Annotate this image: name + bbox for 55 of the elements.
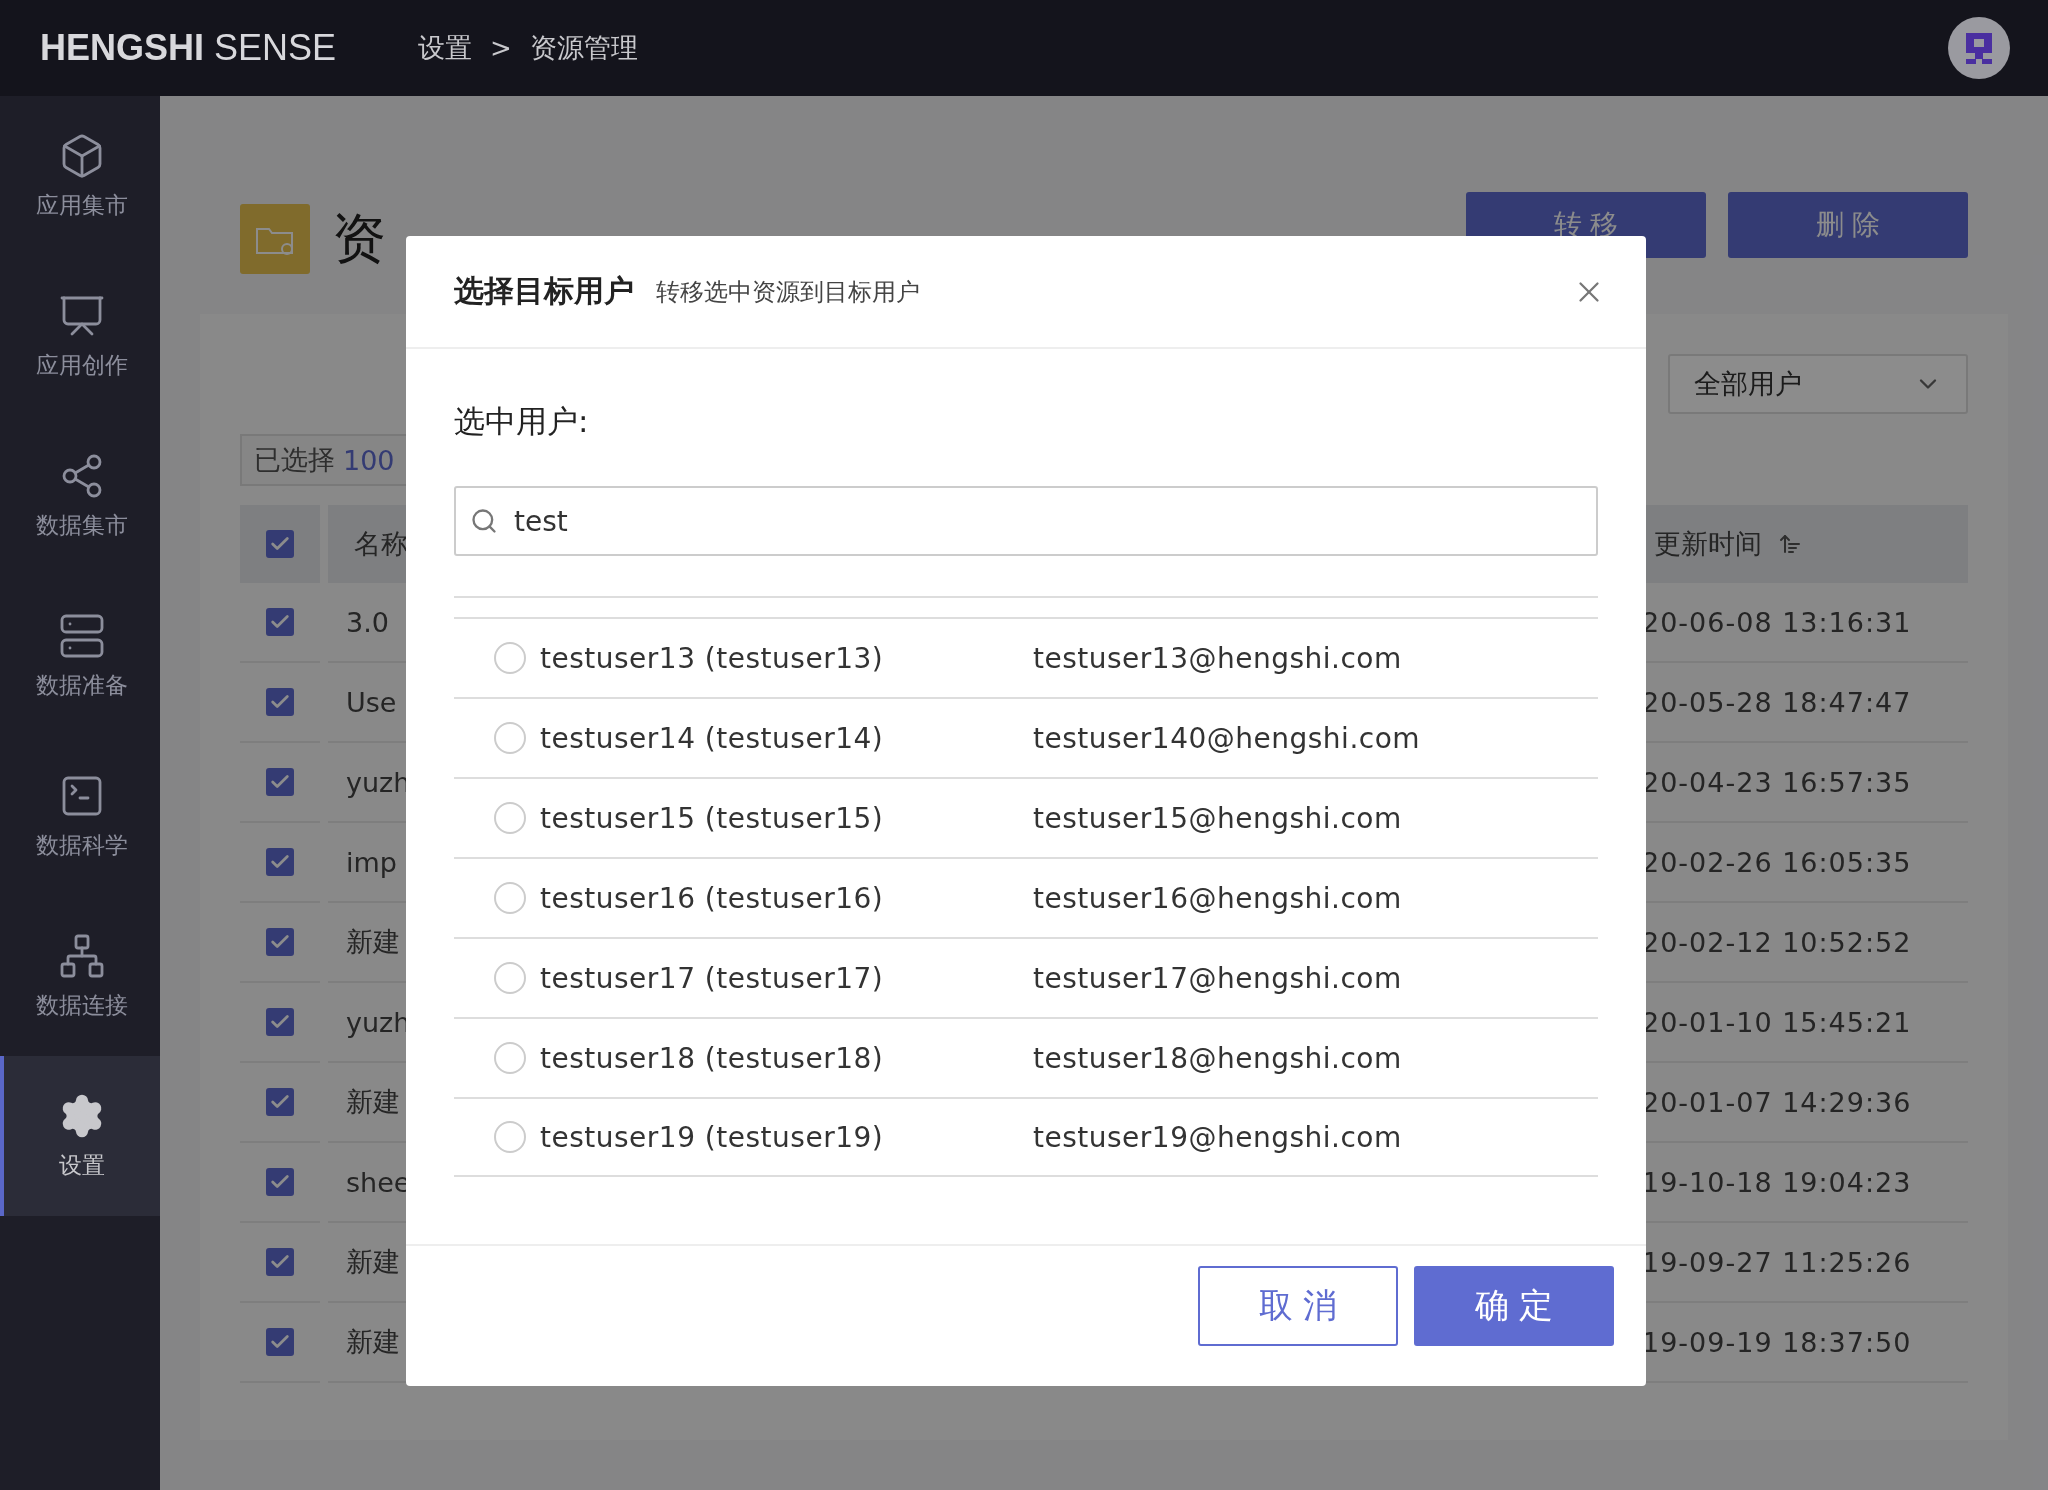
select-all-checkbox[interactable] xyxy=(266,530,294,558)
dialog-title: 选择目标用户 xyxy=(454,272,634,310)
radio-button[interactable] xyxy=(494,642,526,674)
sidebar-label: 数据准备 xyxy=(36,670,128,700)
avatar-icon[interactable] xyxy=(1948,17,2010,79)
radio-button[interactable] xyxy=(494,722,526,754)
search-field[interactable]: test xyxy=(454,486,1598,556)
radio-button[interactable] xyxy=(494,962,526,994)
sidebar-item[interactable]: 数据准备 xyxy=(0,576,160,736)
row-checkbox[interactable] xyxy=(266,608,294,636)
user-row[interactable]: testuser13 (testuser13) testuser13@hengshi.com xyxy=(454,617,1598,697)
sidebar-label: 设置 xyxy=(59,1150,105,1180)
sidebar-label: 数据集市 xyxy=(36,510,128,540)
sidebar-item[interactable]: 应用集市 xyxy=(0,96,160,256)
sidebar-item[interactable]: 应用创作 xyxy=(0,256,160,416)
row-checkbox[interactable] xyxy=(266,1248,294,1276)
sidebar-item[interactable]: 数据集市 xyxy=(0,416,160,576)
user-row[interactable]: testuser16 (testuser16) testuser16@hengshi.com xyxy=(454,857,1598,937)
cancel-button[interactable]: 取 消 xyxy=(1198,1266,1398,1346)
breadcrumb-separator: > xyxy=(490,33,512,63)
user-filter-dropdown[interactable]: 全部用户 xyxy=(1668,354,1968,414)
sidebar-item[interactable]: 数据科学 xyxy=(0,736,160,896)
row-checkbox[interactable] xyxy=(266,1328,294,1356)
breadcrumb-item[interactable]: 资源管理 xyxy=(529,30,638,66)
radio-button[interactable] xyxy=(494,802,526,834)
user-row[interactable]: testuser19 (testuser19) testuser19@hengshi.com xyxy=(454,1097,1598,1177)
sidebar-item[interactable]: 数据连接 xyxy=(0,896,160,1056)
sidebar-label: 数据科学 xyxy=(36,830,128,860)
row-checkbox[interactable] xyxy=(266,1168,294,1196)
user-row[interactable]: testuser14 (testuser14) testuser140@hengshi.com xyxy=(454,697,1598,777)
radio-button[interactable] xyxy=(494,882,526,914)
row-checkbox[interactable] xyxy=(266,688,294,716)
brand-logo: HENGSHI SENSE xyxy=(40,27,338,69)
dialog-subtitle: 转移选中资源到目标用户 xyxy=(656,276,920,308)
action-button[interactable]: 删 除 xyxy=(1728,192,1968,258)
row-checkbox[interactable] xyxy=(266,848,294,876)
radio-button[interactable] xyxy=(494,1042,526,1074)
breadcrumb-item[interactable]: 设置 xyxy=(418,30,472,66)
user-row[interactable]: testuser17 (testuser17) testuser17@hengshi.com xyxy=(454,937,1598,1017)
user-row[interactable]: testuser18 (testuser18) testuser18@hengshi.com xyxy=(454,1017,1598,1097)
user-row[interactable]: testuser15 (testuser15) testuser15@hengshi.com xyxy=(454,777,1598,857)
sidebar-label: 应用创作 xyxy=(36,350,128,380)
page-title: 资 xyxy=(332,205,386,272)
radio-button[interactable] xyxy=(494,1121,526,1153)
sort-icon[interactable] xyxy=(1778,532,1802,556)
folder-settings-icon xyxy=(240,204,310,274)
row-checkbox[interactable] xyxy=(266,1088,294,1116)
sidebar-item[interactable]: 设置 xyxy=(0,1056,160,1216)
search-icon xyxy=(470,507,498,535)
row-checkbox[interactable] xyxy=(266,928,294,956)
sidebar-label: 应用集市 xyxy=(36,190,128,220)
row-checkbox[interactable] xyxy=(266,768,294,796)
confirm-button[interactable]: 确 定 xyxy=(1414,1266,1614,1346)
row-checkbox[interactable] xyxy=(266,1008,294,1036)
sidebar-label: 数据连接 xyxy=(36,990,128,1020)
